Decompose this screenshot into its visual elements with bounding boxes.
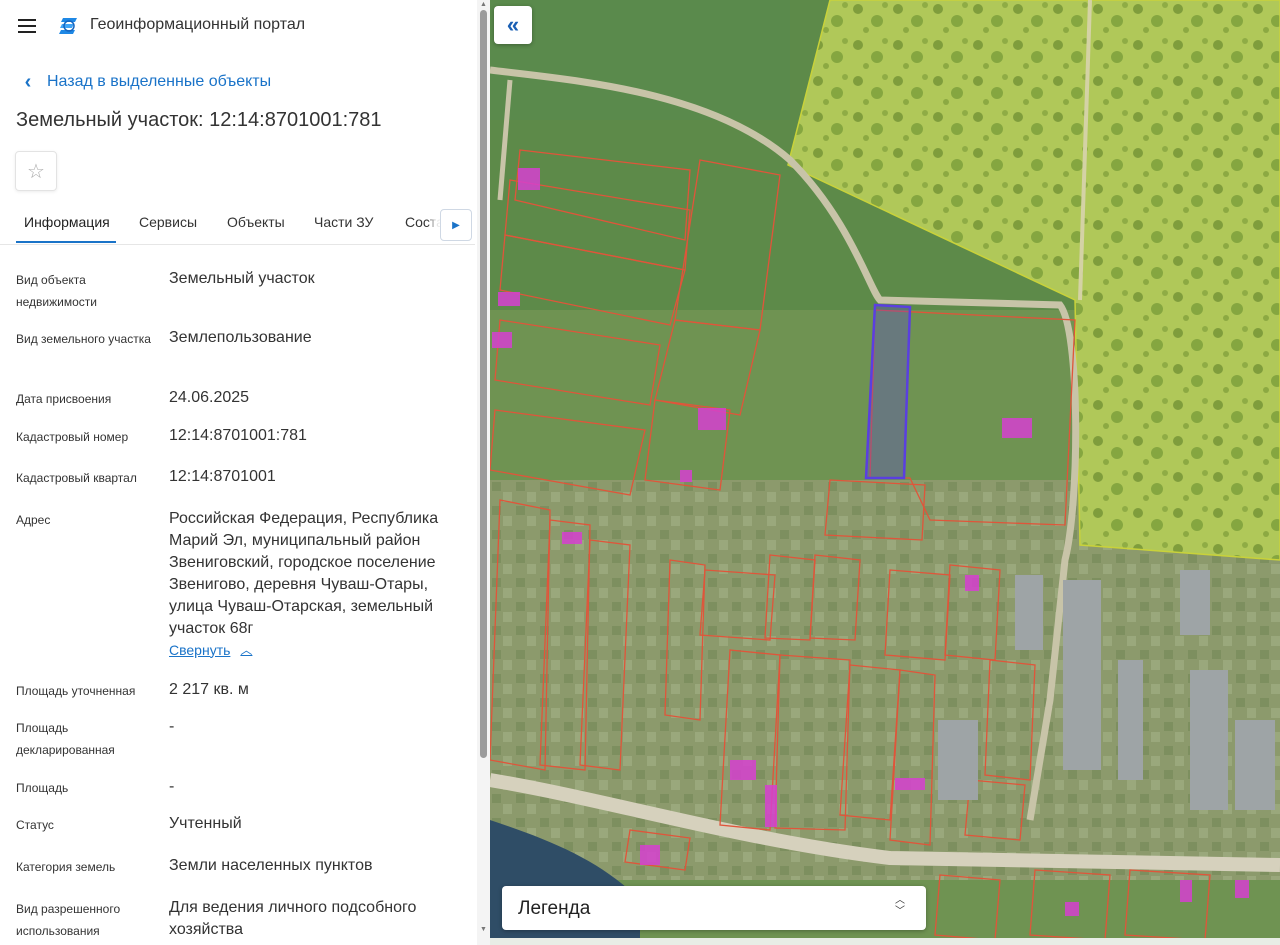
hamburger-menu-icon[interactable] [16,14,40,38]
label-address: Адрес [16,513,51,527]
label-object-type: Вид объекта недвижимости [16,273,97,309]
scroll-down-arrow-icon[interactable]: ▼ [477,925,490,935]
value-assign-date: 24.06.2025 [169,389,250,406]
label-parcel-type: Вид земельного участка [16,332,151,346]
info-panel: Геоинформационный портал ‹ Назад в выдел… [0,0,490,945]
label-area-specified: Площадь уточненная [16,684,136,698]
app-title: Геоинформационный портал [90,16,306,33]
value-object-type: Земельный участок [169,270,315,287]
value-status: Учтенный [169,815,242,832]
tab-bar: Информация Сервисы Объекты Части ЗУ Сост… [0,200,475,245]
panel-header: Геоинформационный портал [0,0,490,52]
legend-panel[interactable]: Легенда ︿ ﹀ [502,886,926,930]
star-icon: ☆ [27,160,45,183]
value-area: - [169,778,175,795]
panel-scrollbar-thumb[interactable] [480,10,487,758]
favorite-button[interactable]: ☆ [15,151,57,191]
portal-logo-icon [58,14,82,38]
label-status: Статус [16,818,54,832]
caret-right-icon: ▶ [452,219,460,231]
label-assign-date: Дата присвоения [16,392,112,406]
value-area-specified: 2 217 кв. м [169,681,249,698]
value-address: Российская Федерация, Республика Марий Э… [169,510,439,637]
back-to-selection-link[interactable]: ‹ Назад в выделенные объекты [18,70,271,94]
label-cadastral-quarter: Кадастровый квартал [16,471,137,485]
map-attribution-strip [490,938,1280,945]
chevron-up-icon: ︿ [240,643,253,657]
label-land-category: Категория земель [16,860,116,874]
expand-collapse-icon[interactable]: ︿ ﹀ [894,895,906,921]
tab-parcel-parts[interactable]: Части ЗУ [314,214,373,230]
value-land-category: Земли населенных пунктов [169,857,373,874]
chevron-left-icon: ‹ [24,71,32,93]
satellite-map-canvas[interactable] [490,0,1280,945]
double-chevron-left-icon: « [506,12,520,37]
label-area-declared: Площадь декларированная [16,721,115,757]
object-title: Земельный участок: 12:14:8701001:781 [16,109,382,131]
active-tab-indicator [16,241,116,243]
legend-label: Легенда [518,898,591,919]
tab-services[interactable]: Сервисы [139,214,197,230]
value-area-declared: - [169,718,175,735]
back-link-label: Назад в выделенные объекты [47,73,272,90]
value-parcel-type: Землепользование [169,329,312,346]
collapse-label: Свернуть [169,641,231,658]
tabs-scroll-right-button[interactable]: ▶ [440,209,472,241]
label-permitted-use: Вид разрешенного использования [16,902,121,938]
value-cadastral-quarter: 12:14:8701001 [169,468,276,485]
label-area: Площадь [16,781,69,795]
map-view[interactable] [490,0,1280,945]
value-cadastral-number: 12:14:8701001:781 [169,427,307,444]
collapse-panel-button[interactable]: « [494,6,532,44]
value-permitted-use: Для ведения личного подсобного хозяйства [169,899,417,938]
tab-objects[interactable]: Объекты [227,214,285,230]
label-cadastral-number: Кадастровый номер [16,430,129,444]
scroll-up-arrow-icon[interactable]: ▲ [477,0,490,10]
tab-information[interactable]: Информация [24,214,110,230]
collapse-address-link[interactable]: Свернуть ︿ [169,641,252,658]
